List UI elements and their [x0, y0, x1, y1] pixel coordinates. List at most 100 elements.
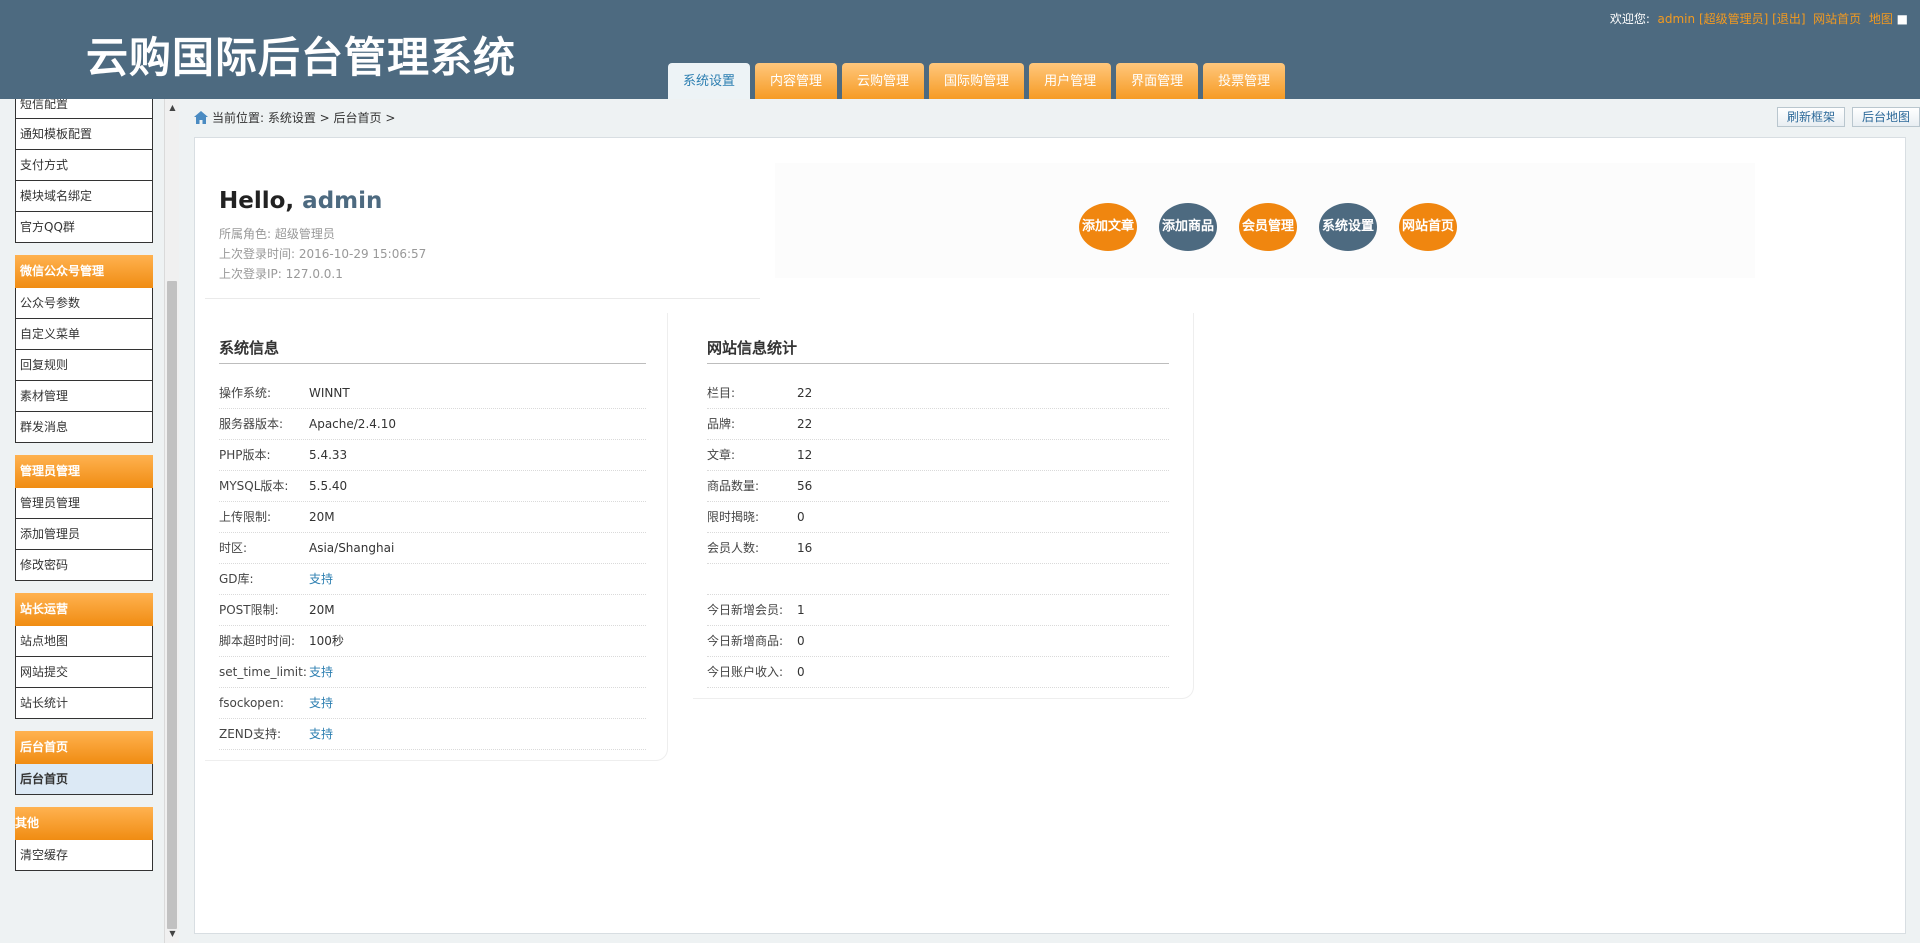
sidebar-item-site-submit[interactable]: 网站提交	[15, 657, 153, 688]
info-row: 操作系统: WINNT	[219, 378, 646, 409]
sidebar-item-sitemap[interactable]: 站点地图	[15, 626, 153, 657]
info-label: MYSQL版本:	[219, 479, 289, 493]
scroll-thumb[interactable]	[167, 281, 177, 929]
tab-system-settings[interactable]: 系统设置	[668, 63, 751, 99]
info-value: 16	[797, 541, 813, 555]
divider	[219, 363, 646, 364]
info-row: 上传限制: 20M	[219, 502, 646, 533]
role-link[interactable]: [超级管理员]	[1699, 12, 1768, 26]
sidebar-item-wechat-params[interactable]: 公众号参数	[15, 288, 153, 319]
sidebar-item-qq-group[interactable]: 官方QQ群	[15, 212, 153, 243]
admin-map-button[interactable]: 后台地图	[1851, 107, 1920, 127]
info-value: 5.4.33	[309, 448, 348, 462]
sidebar-group-dashboard[interactable]: 后台首页	[15, 731, 153, 764]
site-stats-panel: 网站信息统计 栏目: 22 品牌: 22 文章: 12 商品数量: 56 限时揭晓: 0 会员人数:…	[693, 313, 1194, 699]
info-value: Asia/Shanghai	[309, 541, 395, 555]
info-value: Apache/2.4.10	[309, 417, 396, 431]
info-value: 12	[797, 448, 813, 462]
tab-interface[interactable]: 界面管理	[1116, 63, 1199, 99]
info-label: 商品数量:	[707, 479, 760, 493]
tab-vote[interactable]: 投票管理	[1203, 63, 1286, 99]
sidebar-item-mass-message[interactable]: 群发消息	[15, 412, 153, 443]
info-value: 20M	[309, 603, 335, 617]
sidebar-group-wechat[interactable]: 微信公众号管理	[15, 255, 153, 288]
welcome-label: 欢迎您:	[1609, 12, 1650, 26]
sidebar-item-notify-template[interactable]: 通知模板配置	[15, 119, 153, 150]
info-label: 今日新增会员:	[707, 603, 784, 617]
frame-actions: 刷新框架 后台地图	[1770, 107, 1920, 127]
site-home-link[interactable]: 网站首页	[1813, 12, 1861, 26]
sidebar-item-change-password[interactable]: 修改密码	[15, 550, 153, 581]
header: 云购国际后台管理系统 欢迎您: admin [超级管理员] [退出] 网站首页 …	[0, 0, 1920, 99]
info-row: 脚本超时时间: 100秒	[219, 626, 646, 657]
sidebar-item-custom-menu[interactable]: 自定义菜单	[15, 319, 153, 350]
info-value: 22	[797, 417, 813, 431]
info-value: WINNT	[309, 386, 350, 400]
sidebar-scrollbar[interactable]: ▲ ▼	[164, 99, 179, 943]
sidebar-item-add-admin[interactable]: 添加管理员	[15, 519, 153, 550]
refresh-frame-button[interactable]: 刷新框架	[1776, 107, 1845, 127]
info-row: 品牌: 22	[707, 409, 1169, 440]
add-product-button[interactable]: 添加商品	[1159, 203, 1217, 251]
welcome-card: Hello, admin 所属角色: 超级管理员 上次登录时间: 2016-10…	[205, 163, 760, 299]
hello-heading: Hello, admin	[219, 188, 382, 214]
info-row: 今日账户收入: 0	[707, 657, 1169, 688]
info-label: 上传限制:	[219, 510, 272, 524]
info-label: 时区:	[219, 541, 248, 555]
info-label: 品牌:	[707, 417, 736, 431]
tab-yungou[interactable]: 云购管理	[842, 63, 925, 99]
scroll-down-arrow-icon[interactable]: ▼	[165, 927, 180, 941]
info-row: ZEND支持: 支持	[219, 719, 646, 750]
sidebar-item-sms-config[interactable]: 短信配置	[15, 99, 153, 119]
info-value: 20M	[309, 510, 335, 524]
info-row: 今日新增会员: 1	[707, 595, 1169, 626]
sidebar-item-materials[interactable]: 素材管理	[15, 381, 153, 412]
info-label: 今日账户收入:	[707, 665, 784, 679]
site-home-button[interactable]: 网站首页	[1399, 203, 1457, 251]
info-row: GD库: 支持	[219, 564, 646, 595]
sidebar-item-admin-manage[interactable]: 管理员管理	[15, 488, 153, 519]
info-row: 栏目: 22	[707, 378, 1169, 409]
sidebar-item-domain-bind[interactable]: 模块域名绑定	[15, 181, 153, 212]
sidebar-item-clear-cache[interactable]: 清空缓存	[15, 840, 153, 871]
hello-greeting: Hello,	[219, 188, 295, 214]
info-label: 服务器版本:	[219, 417, 284, 431]
divider	[707, 363, 1169, 364]
sidebar-item-webmaster-stats[interactable]: 站长统计	[15, 688, 153, 719]
current-user: admin	[1657, 12, 1696, 26]
system-info-title: 系统信息	[219, 339, 280, 357]
breadcrumb-bar: 当前位置: 系统设置 > 后台首页 > 刷新框架 后台地图	[180, 99, 1920, 135]
info-value: 5.5.40	[309, 479, 348, 493]
breadcrumb-text: 当前位置: 系统设置 > 后台首页 >	[212, 111, 396, 125]
tab-international[interactable]: 国际购管理	[929, 63, 1025, 99]
info-value: 1	[797, 603, 805, 617]
info-row: 限时揭晓: 0	[707, 502, 1169, 533]
map-link[interactable]: 地图	[1869, 12, 1893, 26]
top-user-bar: 欢迎您: admin [超级管理员] [退出] 网站首页 地图 ■	[1610, 10, 1908, 27]
member-manage-button[interactable]: 会员管理	[1239, 203, 1297, 251]
tab-content[interactable]: 内容管理	[755, 63, 838, 99]
logout-link[interactable]: [退出]	[1772, 12, 1805, 26]
info-row: 时区: Asia/Shanghai	[219, 533, 646, 564]
spacer-row	[707, 564, 1169, 595]
system-settings-button[interactable]: 系统设置	[1319, 203, 1377, 251]
info-row: set_time_limit: 支持	[219, 657, 646, 688]
scroll-up-arrow-icon[interactable]: ▲	[165, 101, 180, 115]
sidebar-item-dashboard[interactable]: 后台首页	[15, 764, 153, 795]
info-label: POST限制:	[219, 603, 279, 617]
sidebar-item-payment[interactable]: 支付方式	[15, 150, 153, 181]
sidebar-group-admin[interactable]: 管理员管理	[15, 455, 153, 488]
add-article-button[interactable]: 添加文章	[1079, 203, 1137, 251]
info-label: PHP版本:	[219, 448, 271, 462]
info-row: PHP版本: 5.4.33	[219, 440, 646, 471]
system-info-panel: 系统信息 操作系统: WINNT 服务器版本: Apache/2.4.10 PHP版本:…	[205, 313, 668, 761]
sidebar-item-reply-rules[interactable]: 回复规则	[15, 350, 153, 381]
info-row: 会员人数: 16	[707, 533, 1169, 564]
tab-users[interactable]: 用户管理	[1029, 63, 1112, 99]
info-value: 0	[797, 510, 805, 524]
sidebar-group-webmaster[interactable]: 站长运营	[15, 593, 153, 626]
sidebar-group-other[interactable]: 其他	[15, 807, 153, 840]
info-value: 支持	[309, 665, 334, 679]
info-label: GD库:	[219, 572, 254, 586]
quick-actions: 添加文章 添加商品 会员管理 系统设置 网站首页	[775, 163, 1755, 278]
